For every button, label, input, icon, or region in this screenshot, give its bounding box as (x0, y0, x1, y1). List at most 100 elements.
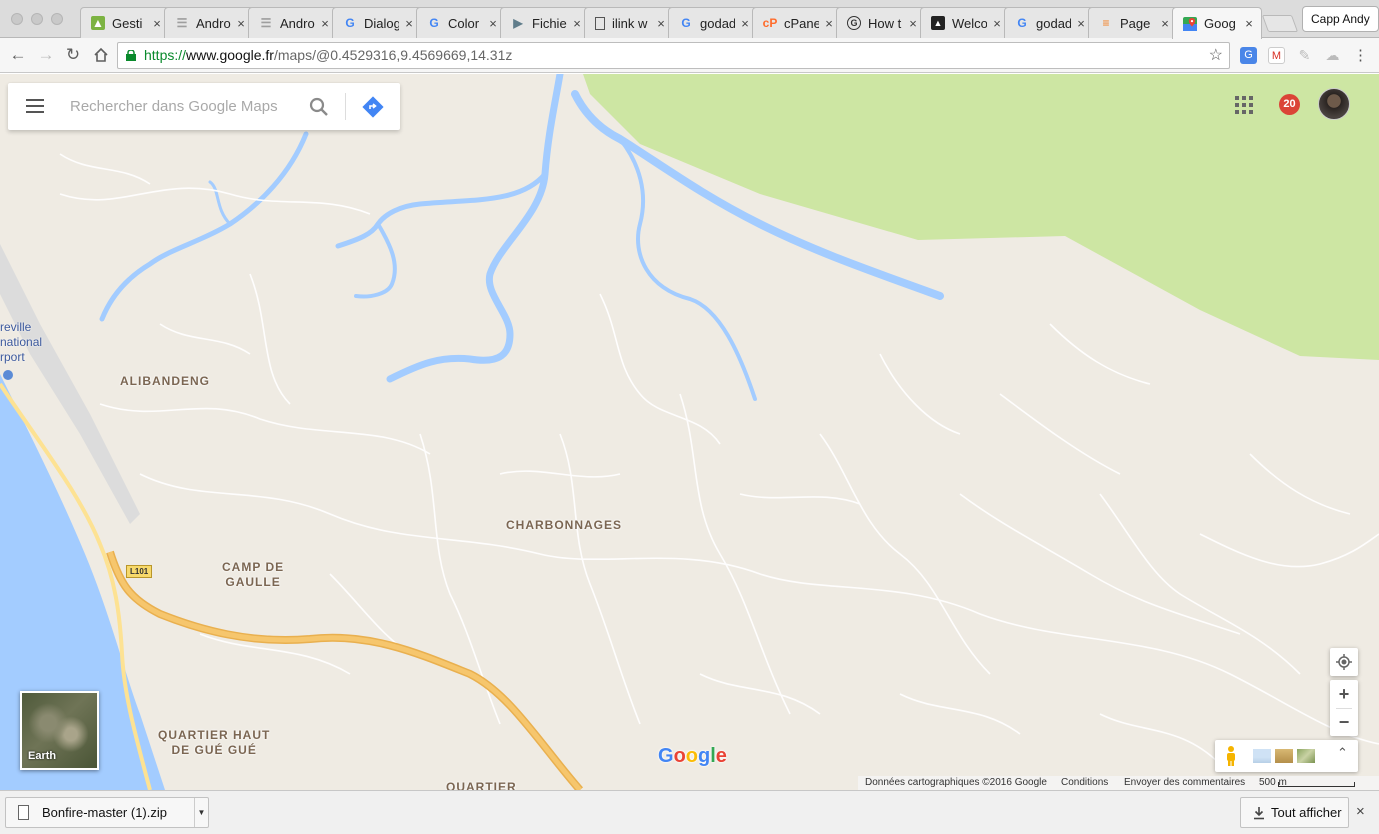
list-icon: ☰ (260, 16, 272, 30)
browser-tab[interactable]: ▲ Welco × (920, 7, 1010, 38)
bookmark-star-icon[interactable]: ☆ (1209, 43, 1223, 68)
browser-tab[interactable]: G Color × (416, 7, 506, 38)
download-shelf: Bonfire-master (1).zip ▼ Tout afficher × (0, 790, 1379, 834)
tab-title: Dialog (364, 15, 399, 31)
browser-tab[interactable]: G godad × (1004, 7, 1094, 38)
tab-close-icon[interactable]: × (235, 16, 247, 31)
tab-title: cPanel (784, 15, 819, 31)
download-item[interactable]: Bonfire-master (1).zip ▼ (5, 797, 209, 828)
place-label[interactable]: QUARTIER HAUT DE GUÉ GUÉ (158, 728, 270, 758)
map-canvas[interactable]: reville national rport ALIBANDENG CHARBO… (0, 74, 1379, 790)
browser-tab[interactable]: ☰ Andro × (164, 7, 254, 38)
place-label[interactable]: CHARBONNAGES (506, 518, 622, 533)
place-label[interactable]: QUARTIER (446, 780, 517, 790)
cloud-extension-icon[interactable]: ☁ (1324, 47, 1341, 64)
download-menu-caret-icon[interactable]: ▼ (194, 798, 208, 827)
scale-bar (1278, 782, 1355, 787)
directions-icon[interactable] (362, 96, 384, 118)
close-shelf-icon[interactable]: × (1356, 803, 1365, 820)
browser-menu-icon[interactable]: ⋮ (1352, 47, 1369, 64)
tab-close-icon[interactable]: × (487, 16, 499, 31)
page-icon (595, 16, 605, 30)
tab-close-icon[interactable]: × (991, 16, 1003, 31)
tab-title: Color (448, 15, 480, 31)
show-all-label: Tout afficher (1271, 805, 1342, 820)
zoom-out-button[interactable]: − (1330, 708, 1358, 736)
show-all-downloads-button[interactable]: Tout afficher (1240, 797, 1349, 828)
earth-label: Earth (28, 750, 57, 762)
tab-close-icon[interactable]: × (1159, 16, 1171, 31)
translate-extension-icon[interactable]: G (1240, 47, 1257, 64)
window-minimize-button[interactable] (31, 13, 43, 25)
tab-title: Welco (952, 15, 987, 31)
imagery-thumb-1[interactable] (1253, 749, 1271, 763)
apps-grid-icon[interactable] (1235, 96, 1253, 114)
profile-button[interactable]: Capp Andy (1302, 6, 1379, 32)
tab-title: godad (1036, 15, 1071, 31)
pegman-icon[interactable] (1225, 745, 1237, 767)
stack-icon: ≡ (1102, 16, 1110, 30)
new-tab-button[interactable] (1261, 15, 1299, 32)
forward-arrow-icon[interactable]: → (36, 45, 56, 65)
earth-view-toggle[interactable]: Earth (20, 691, 99, 770)
browser-tab[interactable]: G godad × (668, 7, 758, 38)
pen-extension-icon[interactable]: ✎ (1296, 47, 1313, 64)
browser-tab[interactable]: ▶ Fichie × (500, 7, 590, 38)
home-icon[interactable] (91, 45, 111, 65)
maps-icon (1183, 16, 1197, 31)
browser-tab[interactable]: ▲ Gesti × (80, 7, 170, 38)
reload-icon[interactable]: ↻ (63, 45, 83, 65)
tab-close-icon[interactable]: × (739, 16, 751, 31)
url-scheme: https:// (144, 47, 187, 63)
hamburger-menu-icon[interactable] (26, 99, 44, 113)
tab-close-icon[interactable]: × (1243, 16, 1255, 31)
browser-tab[interactable]: ilink w × (584, 7, 674, 38)
maps-search-input[interactable] (70, 93, 300, 119)
browser-tab[interactable]: ≡ Page × (1088, 7, 1178, 38)
window-close-button[interactable] (11, 13, 23, 25)
window-maximize-button[interactable] (51, 13, 63, 25)
search-icon[interactable] (308, 96, 330, 118)
browser-tab-active[interactable]: Goog × (1172, 7, 1262, 39)
tab-close-icon[interactable]: × (571, 16, 583, 31)
avatar[interactable] (1318, 88, 1350, 120)
android-icon: ▲ (91, 16, 105, 30)
road-shield: L101 (126, 565, 153, 578)
google-icon: G (1017, 16, 1027, 30)
download-file-name: Bonfire-master (1).zip (42, 805, 167, 820)
notifications-badge[interactable]: 20 (1279, 94, 1300, 115)
imagery-thumb-2[interactable] (1275, 749, 1293, 763)
zoom-in-button[interactable]: + (1330, 680, 1358, 708)
back-arrow-icon[interactable]: ← (8, 45, 28, 65)
file-icon (18, 805, 29, 820)
tab-close-icon[interactable]: × (655, 16, 667, 31)
expand-chevron-icon[interactable]: ⌃ (1337, 745, 1348, 761)
terms-link[interactable]: Conditions (1061, 776, 1108, 790)
gmail-extension-icon[interactable]: M (1268, 47, 1285, 64)
airport-label[interactable]: reville national rport (0, 320, 42, 365)
google-logo: Google (658, 745, 727, 767)
browser-tab[interactable]: ☰ Andro × (248, 7, 338, 38)
place-label[interactable]: CAMP DE GAULLE (222, 560, 284, 590)
tab-close-icon[interactable]: × (151, 16, 163, 31)
browser-toolbar: ← → ↻ https://www.google.fr/maps/@0.4529… (0, 38, 1379, 73)
browser-tab[interactable]: G How t × (836, 7, 926, 38)
my-location-button[interactable] (1330, 648, 1358, 676)
map-footer: Données cartographiques ©2016 Google Con… (858, 776, 1379, 790)
download-icon (1254, 807, 1264, 820)
tab-close-icon[interactable]: × (907, 16, 919, 31)
browser-tab[interactable]: cP cPanel × (752, 7, 842, 38)
tab-close-icon[interactable]: × (1075, 16, 1087, 31)
circle-g-icon: G (847, 16, 861, 30)
tab-close-icon[interactable]: × (403, 16, 415, 31)
maps-search-box (8, 83, 400, 130)
browser-tab[interactable]: G Dialog × (332, 7, 422, 38)
place-label[interactable]: ALIBANDENG (120, 374, 210, 389)
tab-close-icon[interactable]: × (823, 16, 835, 31)
tab-close-icon[interactable]: × (319, 16, 331, 31)
google-icon: G (681, 16, 691, 30)
imagery-thumb-3[interactable] (1297, 749, 1315, 763)
feedback-link[interactable]: Envoyer des commentaires (1124, 776, 1245, 790)
address-bar[interactable]: https://www.google.fr/maps/@0.4529316,9.… (117, 42, 1230, 69)
google-icon: G (429, 16, 439, 30)
